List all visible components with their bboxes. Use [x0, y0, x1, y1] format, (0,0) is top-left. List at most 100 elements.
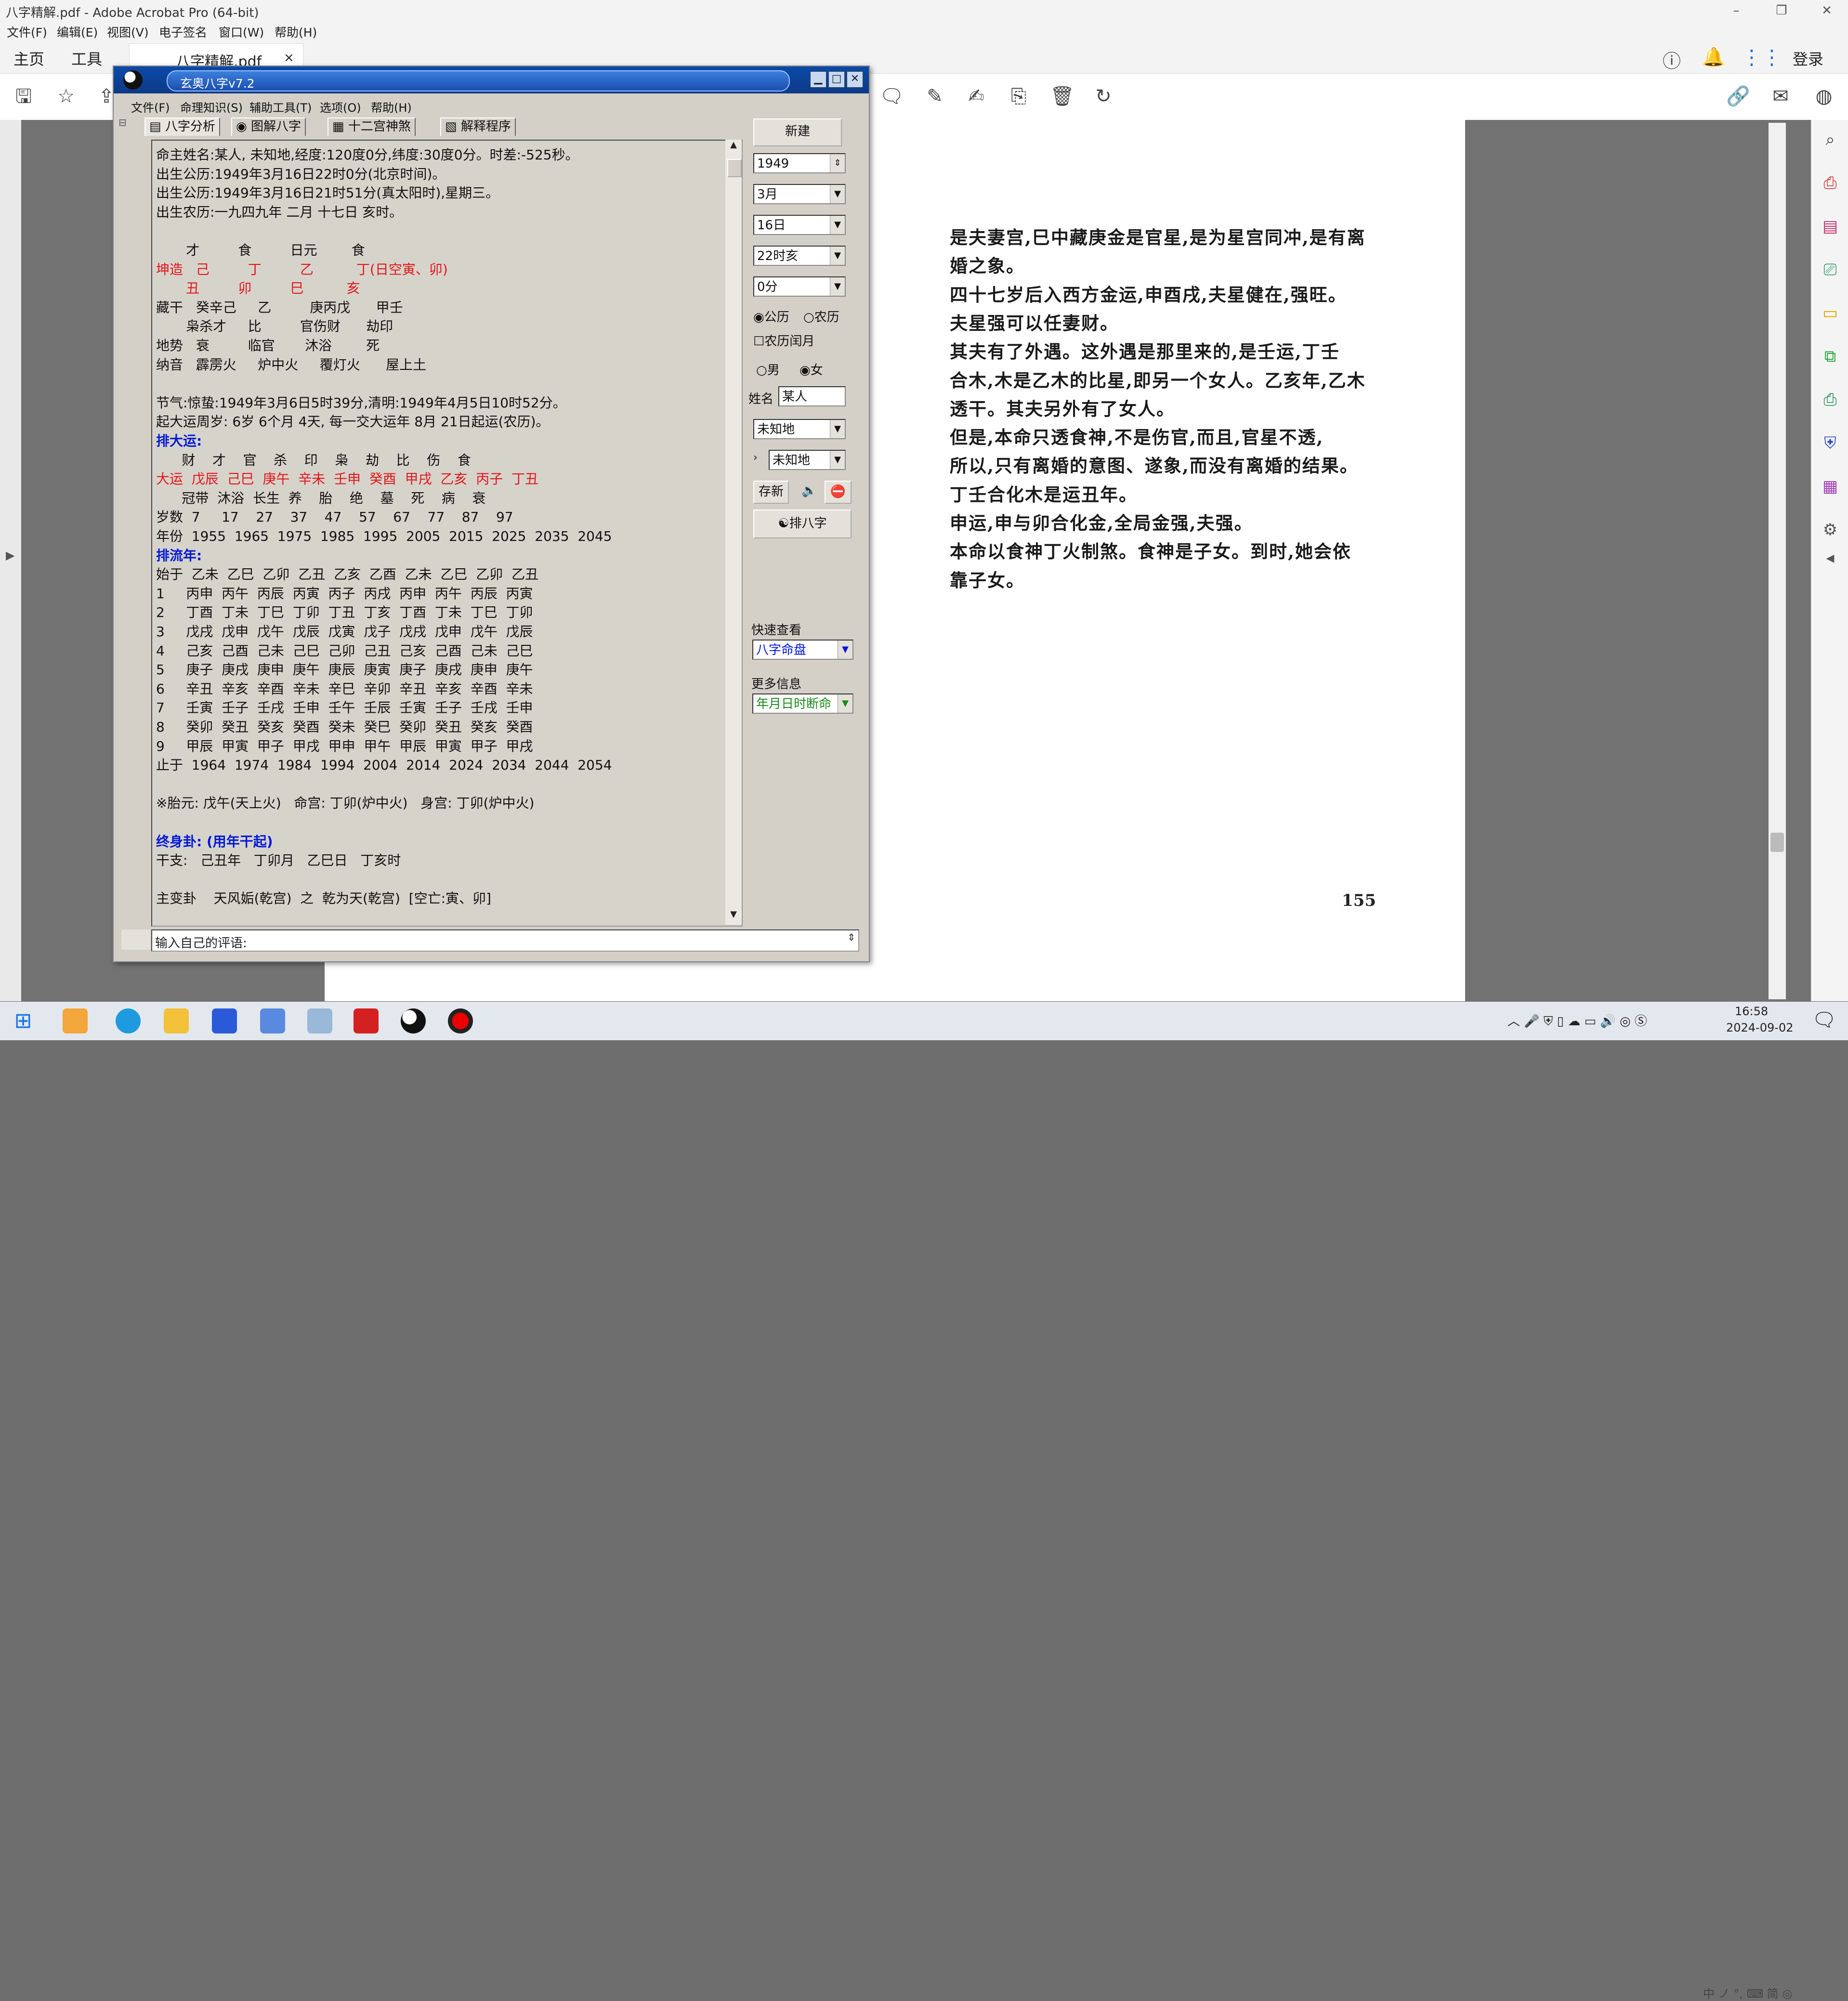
share-link-icon[interactable]: 🔗: [1726, 84, 1750, 108]
menu-esign[interactable]: 电子签名: [159, 23, 207, 40]
chevron-down-icon[interactable]: ▼: [830, 420, 845, 438]
place-select-2[interactable]: 未知地▼: [769, 450, 846, 470]
start-icon[interactable]: ⊞: [11, 1008, 36, 1033]
bazi-app-icon[interactable]: [401, 1008, 426, 1033]
highlight-pen-icon[interactable]: ✎: [923, 84, 947, 108]
tree-expander-icon[interactable]: ⊟: [118, 117, 127, 128]
menu-edit[interactable]: 编辑(E): [57, 23, 98, 40]
expand-arrow-icon[interactable]: ›: [753, 452, 758, 464]
name-input[interactable]: 某人: [778, 386, 846, 406]
app-menu-tools[interactable]: 辅助工具(T): [249, 98, 312, 115]
protect-shield-icon[interactable]: ⛨: [1820, 433, 1840, 453]
organize-pages-icon[interactable]: ▤: [1820, 216, 1840, 236]
create-pdf-icon[interactable]: ⎙: [1820, 173, 1840, 193]
spinner-arrows-icon[interactable]: ⇕: [830, 154, 845, 172]
tab-twelve-palaces[interactable]: ▦ 十二宫神煞: [328, 118, 416, 136]
apps-grid-icon[interactable]: ⋮⋮: [1742, 45, 1782, 69]
comment-icon[interactable]: 🗨: [879, 84, 904, 108]
calculate-bazi-button[interactable]: ☯排八字: [753, 510, 852, 538]
solar-radio[interactable]: ◉公历: [753, 307, 789, 325]
menu-help[interactable]: 帮助(H): [275, 23, 317, 40]
menu-file[interactable]: 文件(F): [7, 23, 47, 40]
print-production-icon[interactable]: ⎙: [1820, 390, 1840, 410]
quick-view-select[interactable]: 八字命盘▼: [752, 640, 853, 660]
account-icon[interactable]: ◍: [1812, 84, 1836, 108]
delete-icon[interactable]: 🗑: [1050, 84, 1074, 108]
fill-sign-icon[interactable]: ▦: [1820, 476, 1840, 497]
tab-explanation[interactable]: ▧ 解释程序: [440, 118, 516, 136]
tray-icons[interactable]: ︿ 🎤 ⛨ ▯ ☁ ▭ 🔊 ◎ Ⓢ: [1507, 1011, 1647, 1029]
chevron-down-icon[interactable]: ▼: [830, 451, 845, 469]
stop-icon[interactable]: ⛔: [825, 481, 852, 504]
tab-tools[interactable]: 工具: [71, 47, 102, 69]
acrobat-icon[interactable]: [354, 1008, 379, 1033]
new-button[interactable]: 新建: [753, 118, 842, 146]
speaker-icon[interactable]: 🔈: [801, 484, 817, 498]
year-spinner[interactable]: 1949⇕: [753, 153, 846, 173]
recorder-icon[interactable]: [448, 1008, 473, 1033]
chevron-down-icon[interactable]: ▼: [830, 277, 845, 296]
app-icon-1[interactable]: [260, 1008, 285, 1033]
sign-in-button[interactable]: 登录: [1793, 47, 1823, 69]
app-menu-knowledge[interactable]: 命理知识(S): [180, 98, 243, 115]
app-menu-file[interactable]: 文件(F): [131, 98, 170, 115]
chevron-down-icon[interactable]: ▼: [838, 694, 852, 713]
tab-close-icon[interactable]: ×: [284, 51, 294, 65]
compare-icon[interactable]: ⧉: [1820, 346, 1840, 366]
hour-select[interactable]: 22时亥▼: [753, 246, 846, 266]
leap-month-checkbox[interactable]: ☐农历闰月: [753, 331, 814, 349]
zoom-search-icon[interactable]: ⌕: [1820, 130, 1840, 150]
male-radio[interactable]: ○男: [756, 360, 780, 378]
lunar-radio[interactable]: ○农历: [803, 307, 839, 325]
analysis-scrollbar[interactable]: ▲ ▼: [725, 140, 742, 925]
vertical-scrollbar[interactable]: [1769, 123, 1786, 999]
menu-view[interactable]: 视图(V): [107, 23, 149, 40]
scroll-down-icon[interactable]: ▼: [726, 909, 741, 924]
notification-icon[interactable]: 🗨: [1812, 1008, 1836, 1031]
ime-status[interactable]: 中 ノ °, ⌨ 简 ◎: [1703, 1984, 1792, 2001]
chevron-down-icon[interactable]: ▼: [830, 185, 845, 203]
stamp-icon[interactable]: ⎘: [1007, 84, 1031, 108]
app-minimize-button[interactable]: ▁: [810, 71, 826, 88]
close-button[interactable]: ✕: [1805, 0, 1848, 21]
file-explorer-icon[interactable]: [164, 1008, 189, 1033]
bookmark-star-icon[interactable]: ☆: [54, 84, 78, 108]
tab-bazi-analysis[interactable]: ▤ 八字分析: [144, 118, 220, 136]
store-icon[interactable]: [212, 1008, 237, 1033]
help-icon[interactable]: ⓘ: [1663, 46, 1681, 73]
analysis-text-pane[interactable]: 命主姓名:某人, 未知地,经度:120度0分,纬度:30度0分。时差:-525秒…: [151, 140, 743, 927]
app-close-button[interactable]: ✕: [847, 71, 863, 88]
female-radio[interactable]: ◉女: [799, 360, 823, 378]
minimize-button[interactable]: –: [1715, 0, 1758, 21]
app-maximize-button[interactable]: □: [828, 71, 845, 88]
place-select[interactable]: 未知地▼: [753, 419, 846, 439]
expand-left-icon[interactable]: ▶: [6, 549, 14, 562]
chevron-down-icon[interactable]: ▼: [830, 247, 845, 265]
scroll-thumb-app[interactable]: [727, 159, 742, 177]
bell-icon[interactable]: 🔔: [1702, 46, 1725, 68]
chevron-down-icon[interactable]: ▼: [838, 641, 852, 659]
more-info-select[interactable]: 年月日时断命▼: [752, 693, 853, 714]
tab-home[interactable]: 主页: [13, 47, 44, 69]
maximize-button[interactable]: ❐: [1760, 0, 1803, 21]
comment-tool-icon[interactable]: ▭: [1820, 303, 1840, 323]
widgets-icon[interactable]: [63, 1008, 88, 1033]
app-icon-2[interactable]: [307, 1008, 332, 1033]
edge-icon[interactable]: [116, 1008, 141, 1033]
app-menu-help[interactable]: 帮助(H): [371, 98, 412, 115]
rotate-icon[interactable]: ↻: [1091, 84, 1115, 108]
comment-input[interactable]: 输入自己的评语: ⇕: [151, 929, 859, 952]
more-tools-icon[interactable]: ⚙: [1820, 520, 1840, 540]
month-select[interactable]: 3月▼: [753, 184, 846, 204]
menu-window[interactable]: 窗口(W): [219, 23, 264, 40]
comment-spinner-icon[interactable]: ⇕: [847, 931, 855, 943]
day-select[interactable]: 16日▼: [753, 215, 846, 235]
scroll-up-icon[interactable]: ▲: [726, 140, 741, 154]
chevron-down-icon[interactable]: ▼: [830, 216, 845, 234]
tab-bazi-diagram[interactable]: ◉ 图解八字: [231, 118, 306, 136]
mail-icon[interactable]: ✉: [1769, 84, 1793, 108]
minute-select[interactable]: 0分▼: [753, 276, 846, 297]
app-menu-options[interactable]: 选项(O): [320, 98, 361, 115]
scroll-thumb[interactable]: [1770, 833, 1784, 852]
save-icon[interactable]: 🖫: [12, 84, 36, 108]
